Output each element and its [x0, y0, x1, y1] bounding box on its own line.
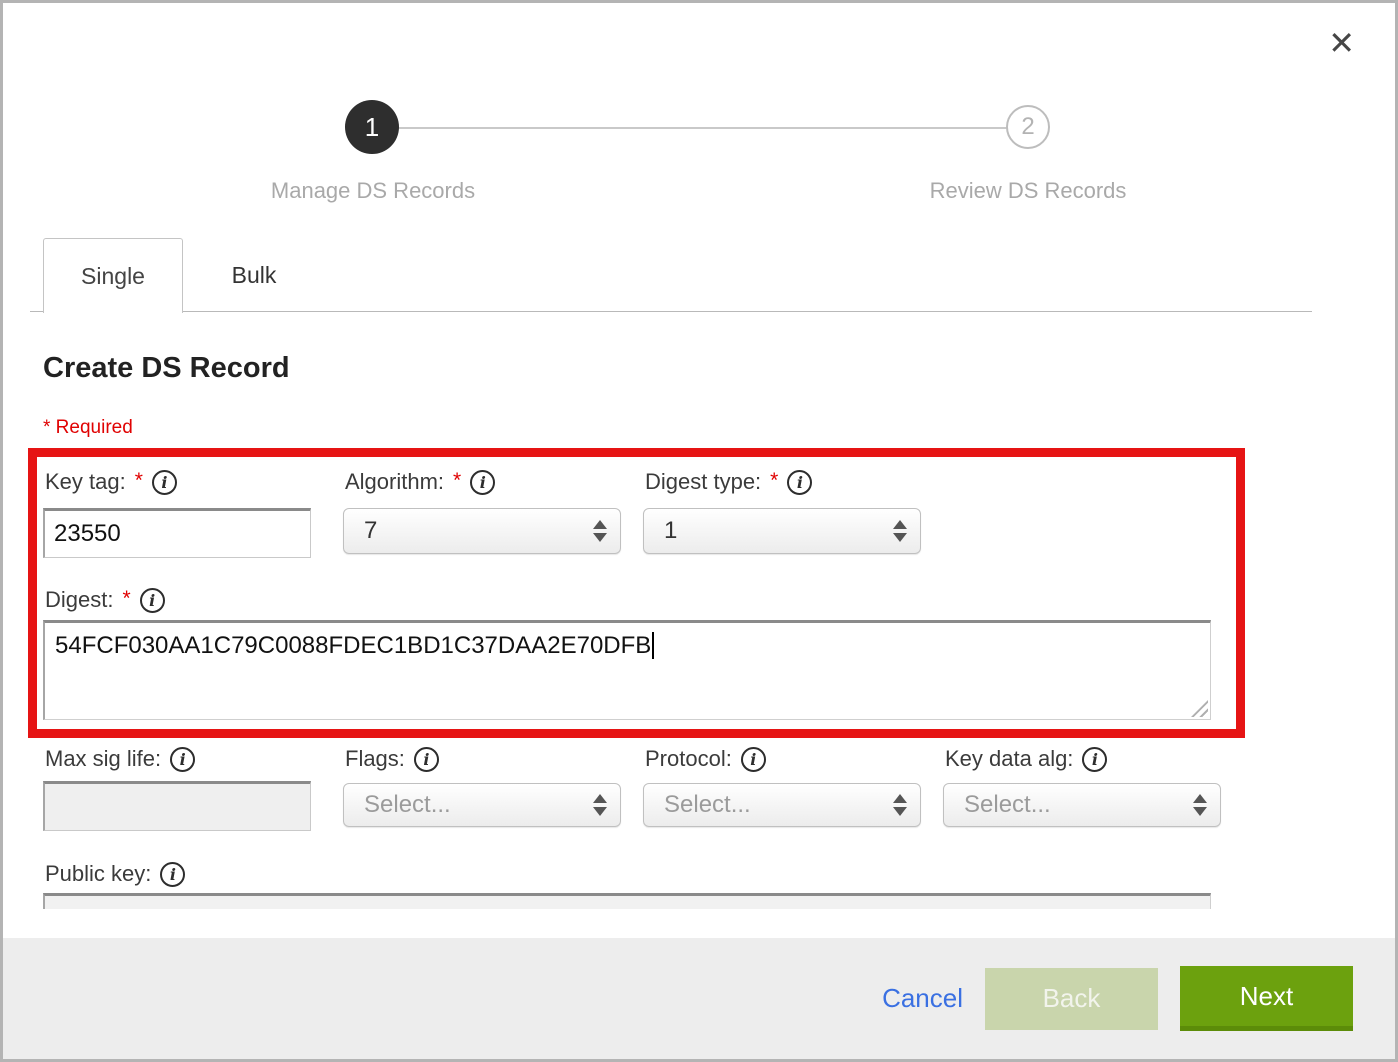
- digest-type-label-text: Digest type:: [645, 469, 761, 495]
- public-key-textarea[interactable]: [43, 893, 1211, 909]
- next-button[interactable]: Next: [1180, 966, 1353, 1031]
- digest-textarea[interactable]: 54FCF030AA1C79C0088FDEC1BD1C37DAA2E70DFB: [43, 620, 1211, 720]
- algorithm-label-text: Algorithm:: [345, 469, 444, 495]
- key-tag-required-marker: *: [135, 470, 143, 491]
- digest-value: 54FCF030AA1C79C0088FDEC1BD1C37DAA2E70DFB: [55, 632, 651, 659]
- key-tag-value: 23550: [54, 520, 121, 548]
- digest-type-label: Digest type: * i: [645, 469, 812, 497]
- resize-handle-icon[interactable]: [1191, 700, 1208, 717]
- max-sig-life-label: Max sig life: i: [45, 746, 195, 774]
- protocol-select[interactable]: Select...: [643, 783, 921, 827]
- step-1-indicator: 1: [345, 100, 399, 154]
- text-caret: [652, 632, 654, 659]
- key-tag-input[interactable]: 23550: [43, 508, 311, 558]
- create-ds-record-modal: ✕ 1 2 Manage DS Records Review DS Record…: [0, 0, 1398, 1062]
- flags-select[interactable]: Select...: [343, 783, 621, 827]
- key-tag-label-text: Key tag:: [45, 469, 126, 495]
- protocol-selected-value: Select...: [664, 791, 751, 819]
- tab-bulk[interactable]: Bulk: [184, 238, 324, 312]
- algorithm-required-marker: *: [453, 470, 461, 491]
- algorithm-selected-value: 7: [364, 517, 377, 545]
- digest-type-required-marker: *: [770, 470, 778, 491]
- step-2-number: 2: [1021, 113, 1034, 141]
- key-tag-label: Key tag: * i: [45, 469, 177, 497]
- flags-info-icon[interactable]: i: [414, 747, 439, 772]
- key-data-alg-select[interactable]: Select...: [943, 783, 1221, 827]
- max-sig-life-label-text: Max sig life:: [45, 746, 161, 772]
- step-1-label: Manage DS Records: [213, 178, 533, 204]
- step-1-number: 1: [365, 112, 379, 143]
- public-key-label: Public key: i: [45, 861, 185, 889]
- digest-label-text: Digest:: [45, 587, 113, 613]
- page-title: Create DS Record: [43, 352, 290, 385]
- stepper-connector-line: [373, 127, 1029, 129]
- algorithm-label: Algorithm: * i: [345, 469, 495, 497]
- public-key-info-icon[interactable]: i: [160, 862, 185, 887]
- protocol-label-text: Protocol:: [645, 746, 732, 772]
- digest-type-info-icon[interactable]: i: [787, 470, 812, 495]
- select-spinner-icon: [893, 520, 907, 542]
- digest-required-marker: *: [122, 588, 130, 609]
- step-2-indicator: 2: [1006, 105, 1050, 149]
- required-note: * Required: [43, 417, 133, 439]
- back-button: Back: [985, 968, 1158, 1030]
- tab-single-label: Single: [81, 263, 145, 290]
- cancel-button[interactable]: Cancel: [882, 983, 963, 1014]
- tab-single[interactable]: Single: [43, 238, 183, 313]
- next-button-label: Next: [1240, 981, 1293, 1012]
- key-tag-info-icon[interactable]: i: [152, 470, 177, 495]
- select-spinner-icon: [593, 794, 607, 816]
- key-data-alg-label: Key data alg: i: [945, 746, 1107, 774]
- modal-footer: Cancel Back Next: [3, 938, 1395, 1059]
- protocol-label: Protocol: i: [645, 746, 766, 774]
- digest-label: Digest: * i: [45, 587, 165, 615]
- algorithm-info-icon[interactable]: i: [470, 470, 495, 495]
- select-spinner-icon: [893, 794, 907, 816]
- flags-label-text: Flags:: [345, 746, 405, 772]
- digest-type-select[interactable]: 1: [643, 508, 921, 554]
- max-sig-life-info-icon[interactable]: i: [170, 747, 195, 772]
- max-sig-life-input: [43, 781, 311, 831]
- back-button-label: Back: [1043, 983, 1101, 1014]
- step-2-label: Review DS Records: [868, 178, 1188, 204]
- flags-label: Flags: i: [345, 746, 439, 774]
- close-icon[interactable]: ✕: [1328, 27, 1355, 59]
- tab-bulk-label: Bulk: [232, 262, 277, 289]
- digest-info-icon[interactable]: i: [140, 588, 165, 613]
- key-data-alg-info-icon[interactable]: i: [1082, 747, 1107, 772]
- flags-selected-value: Select...: [364, 791, 451, 819]
- protocol-info-icon[interactable]: i: [741, 747, 766, 772]
- select-spinner-icon: [1193, 794, 1207, 816]
- key-data-alg-selected-value: Select...: [964, 791, 1051, 819]
- select-spinner-icon: [593, 520, 607, 542]
- algorithm-select[interactable]: 7: [343, 508, 621, 554]
- key-data-alg-label-text: Key data alg:: [945, 746, 1073, 772]
- public-key-label-text: Public key:: [45, 861, 151, 887]
- digest-type-selected-value: 1: [664, 517, 677, 545]
